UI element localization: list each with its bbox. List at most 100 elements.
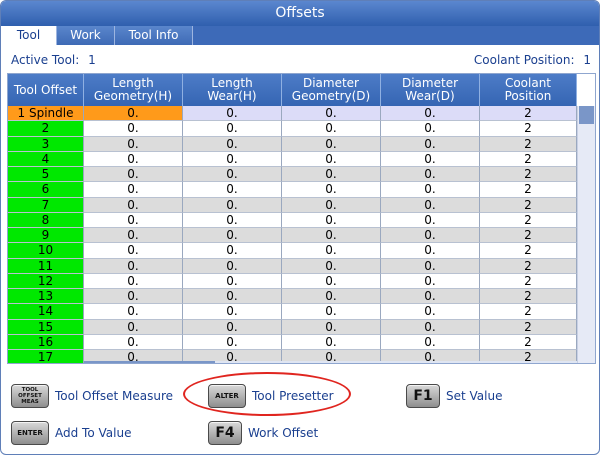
add-to-value-action[interactable]: ENTER Add To Value: [11, 421, 131, 445]
value-cell[interactable]: 2: [480, 289, 577, 305]
tab-work[interactable]: Work: [57, 26, 115, 45]
value-cell[interactable]: 0.: [84, 182, 183, 198]
table-row[interactable]: 1 Spindle 0. 0. 0. 0. 2: [8, 106, 577, 122]
tool-presetter-action[interactable]: ALTER Tool Presetter: [208, 384, 334, 408]
enter-key[interactable]: ENTER: [11, 421, 49, 445]
value-cell[interactable]: 0.: [282, 182, 381, 198]
value-cell[interactable]: 2: [480, 167, 577, 183]
value-cell[interactable]: 0.: [84, 319, 183, 335]
value-cell[interactable]: 0.: [84, 121, 183, 137]
value-cell[interactable]: 2: [480, 136, 577, 152]
value-cell[interactable]: 0.: [282, 212, 381, 228]
tool-offset-cell[interactable]: 16: [8, 334, 84, 350]
value-cell[interactable]: 2: [480, 106, 577, 122]
value-cell[interactable]: 2: [480, 304, 577, 320]
value-cell[interactable]: 0.: [84, 258, 183, 274]
table-row[interactable]: 5 0. 0. 0. 0. 2: [8, 167, 577, 183]
value-cell[interactable]: 2: [480, 197, 577, 213]
table-row[interactable]: 16 0. 0. 0. 0. 2: [8, 334, 577, 350]
value-cell[interactable]: 0.: [84, 228, 183, 244]
value-cell[interactable]: 2: [480, 121, 577, 137]
value-cell[interactable]: 0.: [282, 258, 381, 274]
value-cell[interactable]: 0.: [183, 106, 282, 122]
tab-tool-info[interactable]: Tool Info: [115, 26, 193, 45]
value-cell[interactable]: 0.: [381, 334, 480, 350]
tool-offset-cell[interactable]: 14: [8, 304, 84, 320]
value-cell[interactable]: 0.: [84, 151, 183, 167]
header-length-geometry[interactable]: Length Geometry(H): [84, 74, 183, 106]
value-cell[interactable]: 0.: [381, 197, 480, 213]
tool-offset-cell[interactable]: 7: [8, 197, 84, 213]
value-cell[interactable]: 0.: [183, 197, 282, 213]
value-cell[interactable]: 0.: [282, 197, 381, 213]
value-cell[interactable]: 0.: [381, 319, 480, 335]
value-cell[interactable]: 0.: [183, 167, 282, 183]
alter-key[interactable]: ALTER: [208, 384, 246, 408]
value-cell[interactable]: 0.: [183, 182, 282, 198]
value-cell[interactable]: 0.: [381, 304, 480, 320]
table-row[interactable]: 7 0. 0. 0. 0. 2: [8, 197, 577, 213]
tool-offset-cell[interactable]: 8: [8, 212, 84, 228]
value-cell[interactable]: 2: [480, 334, 577, 350]
value-cell[interactable]: 2: [480, 228, 577, 244]
value-cell[interactable]: 0.: [282, 151, 381, 167]
table-row[interactable]: 9 0. 0. 0. 0. 2: [8, 228, 577, 244]
value-cell[interactable]: 0.: [381, 136, 480, 152]
value-cell[interactable]: 0.: [282, 106, 381, 122]
table-row[interactable]: 10 0. 0. 0. 0. 2: [8, 243, 577, 259]
value-cell[interactable]: 2: [480, 212, 577, 228]
header-coolant-position[interactable]: Coolant Position: [480, 74, 577, 106]
value-cell[interactable]: 2: [480, 258, 577, 274]
table-row[interactable]: 14 0. 0. 0. 0. 2: [8, 304, 577, 320]
value-cell[interactable]: 0.: [282, 319, 381, 335]
value-cell[interactable]: 0.: [381, 167, 480, 183]
tool-offset-cell[interactable]: 15: [8, 319, 84, 335]
vertical-scrollbar[interactable]: [577, 106, 595, 363]
horizontal-scrollbar[interactable]: [84, 361, 577, 363]
value-cell[interactable]: 0.: [84, 106, 183, 122]
value-cell[interactable]: 0.: [282, 334, 381, 350]
tool-offset-cell[interactable]: 9: [8, 228, 84, 244]
tool-offset-cell[interactable]: 11: [8, 258, 84, 274]
tab-tool[interactable]: Tool: [1, 26, 57, 45]
value-cell[interactable]: 0.: [84, 289, 183, 305]
value-cell[interactable]: 0.: [381, 121, 480, 137]
value-cell[interactable]: 0.: [183, 258, 282, 274]
value-cell[interactable]: 0.: [282, 228, 381, 244]
tool-offset-cell[interactable]: 4: [8, 151, 84, 167]
value-cell[interactable]: 2: [480, 319, 577, 335]
tool-offset-cell[interactable]: 17: [8, 350, 84, 363]
table-row[interactable]: 11 0. 0. 0. 0. 2: [8, 258, 577, 274]
value-cell[interactable]: 2: [480, 151, 577, 167]
value-cell[interactable]: 0.: [381, 106, 480, 122]
header-length-wear[interactable]: Length Wear(H): [183, 74, 282, 106]
vertical-scroll-thumb[interactable]: [579, 106, 594, 124]
value-cell[interactable]: 0.: [381, 228, 480, 244]
value-cell[interactable]: 0.: [84, 334, 183, 350]
value-cell[interactable]: 0.: [84, 212, 183, 228]
value-cell[interactable]: 0.: [282, 136, 381, 152]
value-cell[interactable]: 0.: [84, 197, 183, 213]
tool-offset-cell[interactable]: 10: [8, 243, 84, 259]
tool-offset-cell[interactable]: 6: [8, 182, 84, 198]
value-cell[interactable]: 0.: [381, 273, 480, 289]
value-cell[interactable]: 0.: [183, 228, 282, 244]
table-row[interactable]: 4 0. 0. 0. 0. 2: [8, 151, 577, 167]
value-cell[interactable]: 0.: [84, 243, 183, 259]
value-cell[interactable]: 0.: [282, 167, 381, 183]
tool-offset-cell[interactable]: 5: [8, 167, 84, 183]
tool-offset-cell[interactable]: 12: [8, 273, 84, 289]
value-cell[interactable]: 0.: [282, 273, 381, 289]
value-cell[interactable]: 0.: [282, 304, 381, 320]
value-cell[interactable]: 0.: [183, 151, 282, 167]
value-cell[interactable]: 0.: [282, 243, 381, 259]
value-cell[interactable]: 0.: [183, 136, 282, 152]
value-cell[interactable]: 2: [480, 182, 577, 198]
work-offset-action[interactable]: F4 Work Offset: [208, 421, 318, 445]
header-tool-offset[interactable]: Tool Offset: [8, 74, 84, 106]
f1-key[interactable]: F1: [406, 384, 440, 408]
value-cell[interactable]: 0.: [84, 136, 183, 152]
value-cell[interactable]: 2: [480, 273, 577, 289]
tool-offset-cell[interactable]: 2: [8, 121, 84, 137]
table-row[interactable]: 15 0. 0. 0. 0. 2: [8, 319, 577, 335]
